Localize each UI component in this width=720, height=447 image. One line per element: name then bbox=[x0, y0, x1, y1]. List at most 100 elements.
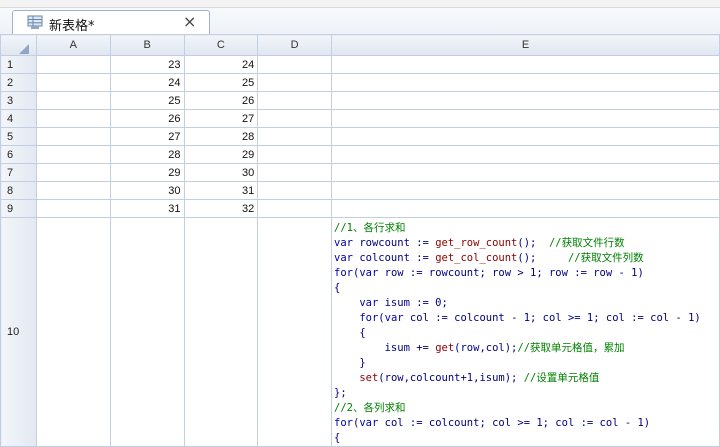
cell-b[interactable]: 26 bbox=[109, 109, 185, 128]
column-header-row: A B C D E bbox=[0, 34, 720, 56]
code-line: //1、各行求和 bbox=[334, 221, 718, 236]
row-header[interactable]: 1 bbox=[0, 55, 37, 74]
cell-d[interactable] bbox=[257, 127, 333, 146]
cell-a[interactable] bbox=[35, 145, 111, 164]
cell-a[interactable] bbox=[35, 181, 111, 200]
code-token: { bbox=[334, 327, 366, 339]
select-all-corner[interactable] bbox=[0, 34, 37, 56]
cell-b[interactable]: 28 bbox=[109, 145, 185, 164]
code-token: col := colcount - 1; col >= 1; col := co… bbox=[409, 312, 701, 324]
row-header[interactable]: 3 bbox=[0, 91, 37, 110]
cell-a[interactable] bbox=[35, 109, 111, 128]
row-header[interactable]: 8 bbox=[0, 181, 37, 200]
table-row: 1 23 24 bbox=[0, 55, 720, 74]
cell-a[interactable] bbox=[35, 91, 111, 110]
row-header[interactable]: 10 bbox=[0, 217, 37, 447]
row-header[interactable]: 9 bbox=[0, 199, 37, 218]
cell-c[interactable]: 24 bbox=[183, 55, 259, 74]
cell-c[interactable]: 27 bbox=[183, 109, 259, 128]
code-line: set(row,colcount+1,isum); //设置单元格值 bbox=[334, 371, 718, 386]
code-token: //1、各行求和 bbox=[334, 222, 406, 234]
cell-b[interactable]: 30 bbox=[109, 181, 185, 200]
code-line: for(var col := colcount - 1; col >= 1; c… bbox=[334, 311, 718, 326]
code-token: (row,col); bbox=[454, 342, 518, 354]
code-token: } bbox=[334, 357, 366, 369]
table-row: 4 26 27 bbox=[0, 109, 720, 128]
cell-d[interactable] bbox=[257, 73, 333, 92]
row-header[interactable]: 5 bbox=[0, 127, 37, 146]
tab-title: 新表格* bbox=[49, 19, 95, 34]
cell-c[interactable]: 32 bbox=[183, 199, 259, 218]
cell-e[interactable] bbox=[331, 127, 720, 146]
cell-e[interactable]: //1、各行求和 var rowcount := get_row_count();… bbox=[331, 217, 720, 447]
column-header-c[interactable]: C bbox=[183, 34, 259, 56]
cell-c[interactable]: 31 bbox=[183, 181, 259, 200]
code-token: //设置单元格值 bbox=[523, 372, 600, 384]
table-row: 8 30 31 bbox=[0, 181, 720, 200]
column-header-a[interactable]: A bbox=[35, 34, 111, 56]
code-token: (row,colcount+1,isum); bbox=[378, 372, 524, 384]
cell-a[interactable] bbox=[35, 55, 111, 74]
cell-b[interactable] bbox=[109, 217, 185, 447]
cell-b[interactable]: 27 bbox=[109, 127, 185, 146]
cell-b[interactable]: 23 bbox=[109, 55, 185, 74]
code-token: row := rowcount; row > 1; row := row - 1… bbox=[384, 267, 644, 279]
cell-e[interactable] bbox=[331, 199, 720, 218]
cell-d[interactable] bbox=[257, 217, 333, 447]
cell-c[interactable]: 28 bbox=[183, 127, 259, 146]
cell-d[interactable] bbox=[257, 199, 333, 218]
cell-d[interactable] bbox=[257, 91, 333, 110]
cell-c[interactable] bbox=[183, 217, 259, 447]
code-line: { bbox=[334, 326, 718, 341]
cell-d[interactable] bbox=[257, 145, 333, 164]
cell-d[interactable] bbox=[257, 163, 333, 182]
cell-e[interactable] bbox=[331, 73, 720, 92]
cell-e[interactable] bbox=[331, 163, 720, 182]
cell-b[interactable]: 29 bbox=[109, 163, 185, 182]
close-icon[interactable]: × bbox=[183, 12, 196, 31]
cell-e[interactable] bbox=[331, 181, 720, 200]
cell-a[interactable] bbox=[35, 163, 111, 182]
column-header-e[interactable]: E bbox=[331, 34, 720, 56]
cell-b[interactable]: 24 bbox=[109, 73, 185, 92]
code-token: var bbox=[384, 312, 410, 324]
cell-a[interactable] bbox=[35, 127, 111, 146]
cell-c[interactable]: 30 bbox=[183, 163, 259, 182]
cell-e[interactable] bbox=[331, 91, 720, 110]
code-token: //获取文件行数 bbox=[548, 237, 625, 249]
column-header-d[interactable]: D bbox=[257, 34, 333, 56]
cell-c[interactable]: 29 bbox=[183, 145, 259, 164]
code-token: for bbox=[334, 417, 353, 429]
cell-a[interactable] bbox=[35, 217, 111, 447]
cell-a[interactable] bbox=[35, 199, 111, 218]
row-header[interactable]: 6 bbox=[0, 145, 37, 164]
cell-d[interactable] bbox=[257, 109, 333, 128]
code-token: }; bbox=[334, 387, 347, 399]
code-line: { bbox=[334, 431, 718, 446]
cell-e[interactable] bbox=[331, 109, 720, 128]
cell-b[interactable]: 31 bbox=[109, 199, 185, 218]
cell-b[interactable]: 25 bbox=[109, 91, 185, 110]
row-header[interactable]: 4 bbox=[0, 109, 37, 128]
cell-e[interactable] bbox=[331, 145, 720, 164]
code-token: for bbox=[334, 312, 379, 324]
row-header[interactable]: 7 bbox=[0, 163, 37, 182]
cell-e[interactable] bbox=[331, 55, 720, 74]
grid-body: 1 23 24 2 24 25 3 25 26 4 26 27 5 27 28 6 28 29 7 29 30 8 30 31… bbox=[0, 55, 720, 447]
cell-c[interactable]: 26 bbox=[183, 91, 259, 110]
table-row: 3 25 26 bbox=[0, 91, 720, 110]
code-line: } bbox=[334, 356, 718, 371]
cell-c[interactable]: 25 bbox=[183, 73, 259, 92]
document-tab[interactable]: 新表格* × bbox=[12, 10, 210, 35]
row-header[interactable]: 2 bbox=[0, 73, 37, 92]
table-row: 5 27 28 bbox=[0, 127, 720, 146]
cell-d[interactable] bbox=[257, 55, 333, 74]
code-token: get_col_count bbox=[435, 252, 518, 264]
cell-a[interactable] bbox=[35, 73, 111, 92]
code-token: rowcount := bbox=[359, 237, 436, 249]
column-header-b[interactable]: B bbox=[109, 34, 185, 56]
code-token: var bbox=[334, 252, 360, 264]
cell-d[interactable] bbox=[257, 181, 333, 200]
code-line: var isum := 0; bbox=[334, 296, 718, 311]
code-token: (); bbox=[517, 252, 568, 264]
